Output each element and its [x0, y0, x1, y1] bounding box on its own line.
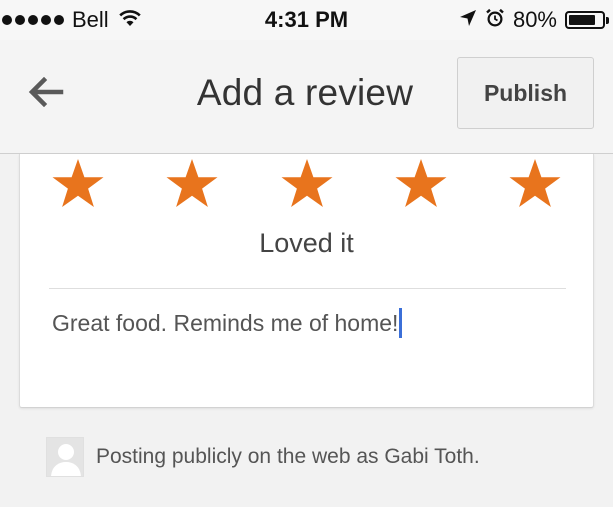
- rating-label: Loved it: [259, 228, 354, 258]
- star-icon[interactable]: [166, 158, 218, 208]
- battery-fill: [569, 15, 595, 25]
- status-right: 80%: [459, 7, 609, 33]
- divider: [49, 288, 566, 289]
- status-bar: Bell 4:31 PM 80%: [0, 0, 613, 40]
- location-arrow-icon: [459, 9, 477, 32]
- star-icon[interactable]: [52, 158, 104, 208]
- avatar: [46, 437, 84, 477]
- alarm-icon: [485, 8, 505, 33]
- star-icon[interactable]: [395, 158, 447, 208]
- page-title: Add a review: [196, 72, 414, 113]
- battery-icon: [565, 11, 609, 29]
- star-icon[interactable]: [281, 158, 333, 208]
- posting-text: Posting publicly on the web as Gabi Toth…: [96, 445, 480, 468]
- app-header: Add a review Publish: [0, 40, 613, 154]
- arrow-left-icon: [28, 76, 64, 112]
- posting-info: Posting publicly on the web as Gabi Toth…: [46, 437, 480, 477]
- battery-percent: 80%: [512, 7, 557, 32]
- publish-button[interactable]: Publish: [457, 57, 594, 129]
- review-text-value: Great food. Reminds me of home!: [52, 309, 399, 336]
- back-button[interactable]: [18, 66, 74, 122]
- text-caret: [399, 308, 403, 338]
- person-silhouette-icon: [47, 438, 83, 476]
- review-text-input[interactable]: Great food. Reminds me of home!: [52, 308, 567, 338]
- review-card: Loved it Great food. Reminds me of home!: [19, 154, 594, 408]
- star-icon[interactable]: [509, 158, 561, 208]
